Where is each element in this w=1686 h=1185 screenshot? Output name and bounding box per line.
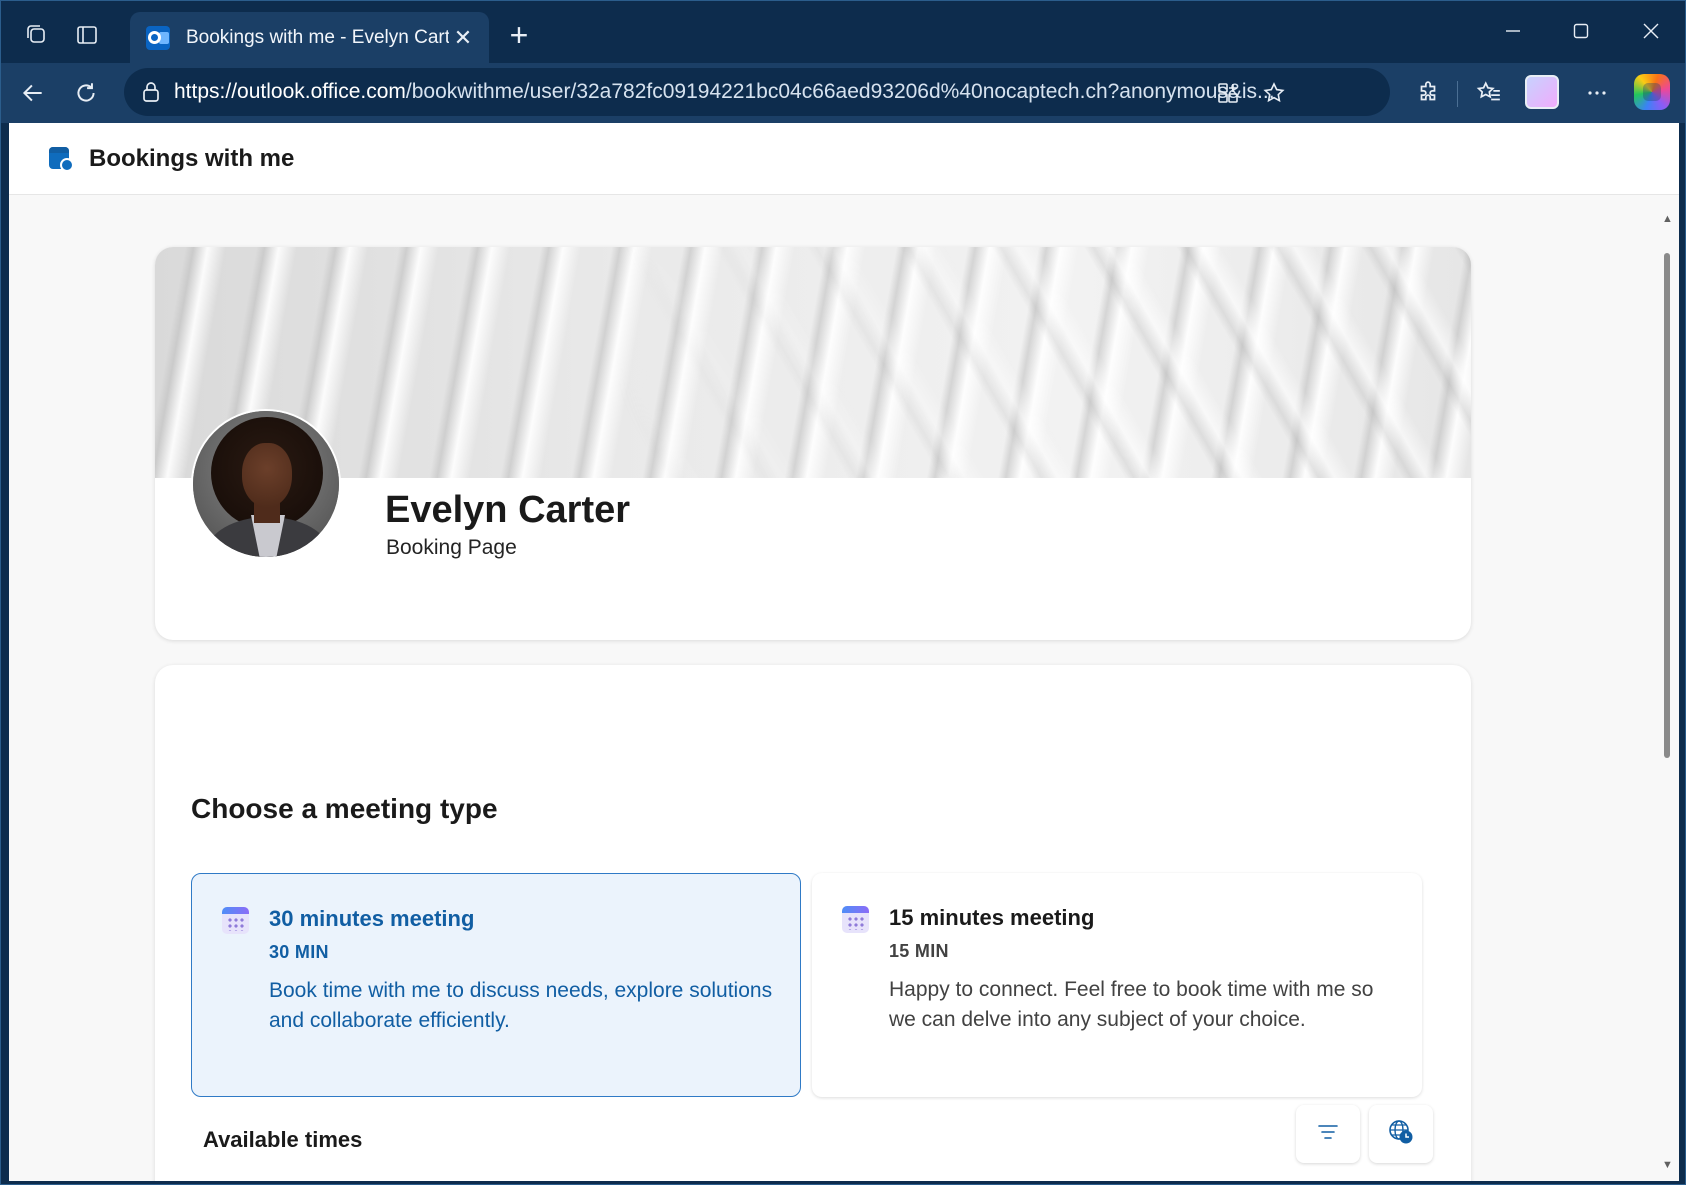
url-text[interactable]: https://outlook.office.com/bookwithme/us… [174, 80, 1274, 104]
bookings-logo-icon [47, 145, 75, 173]
meeting-type-description: Book time with me to discuss needs, expl… [269, 979, 773, 1032]
calendar-icon [222, 907, 249, 934]
timezone-button[interactable] [1369, 1105, 1433, 1163]
url-path: /bookwithme/user/32a782fc09194221bc04c66… [405, 80, 1274, 103]
meeting-type-card: Choose a meeting type 30 minutes meeting… [155, 665, 1471, 1181]
page-content: Bookings with me ▲ ▼ Evelyn Carter Booki… [9, 123, 1679, 1181]
meeting-type-title: 15 minutes meeting [889, 905, 1095, 930]
avatar [191, 409, 341, 559]
calendar-icon [842, 906, 869, 933]
back-arrow-icon[interactable] [13, 73, 53, 113]
section-title: Choose a meeting type [191, 793, 498, 824]
meeting-type-duration: 15 MIN [889, 941, 949, 961]
close-tab-icon[interactable]: ✕ [449, 25, 477, 51]
scrollbar-thumb[interactable] [1664, 253, 1670, 758]
meeting-type-description: Happy to connect. Feel free to book time… [889, 978, 1374, 1031]
address-bar[interactable]: https://outlook.office.com/bookwithme/us… [124, 68, 1390, 116]
toolbar-separator [1457, 81, 1458, 107]
more-options-icon[interactable] [1577, 73, 1617, 113]
tab-title: Bookings with me - Evelyn Carter [186, 26, 449, 48]
url-host: https://outlook.office.com [174, 80, 406, 103]
filter-icon [1317, 1123, 1339, 1146]
browser-profile-icon[interactable] [1525, 75, 1559, 109]
profile-card: Evelyn Carter Booking Page [155, 247, 1471, 640]
copilot-icon[interactable] [1634, 74, 1670, 110]
navigation-bar: https://outlook.office.com/bookwithme/us… [1, 63, 1685, 123]
available-times-label: Available times [203, 1127, 363, 1152]
favorites-icon[interactable] [1469, 73, 1509, 113]
page-scrollbar[interactable]: ▲ ▼ [1661, 211, 1673, 1171]
tab-actions-icon[interactable] [67, 15, 107, 55]
profile-name: Evelyn Carter [385, 489, 631, 531]
browser-window: Bookings with me - Evelyn Carter ✕ + htt… [0, 0, 1686, 1185]
meeting-type-duration: 30 MIN [269, 942, 329, 962]
app-header: Bookings with me [9, 123, 1679, 195]
maximize-icon[interactable] [1551, 11, 1611, 51]
close-window-icon[interactable] [1621, 11, 1681, 51]
app-available-icon[interactable] [1212, 77, 1244, 109]
minimize-icon[interactable] [1483, 11, 1543, 51]
outlook-favicon-icon [146, 25, 170, 50]
meeting-type-option-30[interactable]: 30 minutes meeting 30 MIN Book time with… [191, 873, 801, 1097]
meeting-type-title: 30 minutes meeting [269, 906, 475, 931]
lock-icon[interactable] [136, 77, 166, 107]
profile-banner-image [155, 247, 1471, 478]
new-tab-button[interactable]: + [499, 15, 539, 55]
favorite-star-icon[interactable] [1258, 77, 1290, 109]
profile-subtitle: Booking Page [386, 536, 517, 559]
filter-button[interactable] [1296, 1105, 1360, 1163]
app-title: Bookings with me [89, 144, 295, 172]
meeting-type-option-15[interactable]: 15 minutes meeting 15 MIN Happy to conne… [812, 873, 1422, 1097]
refresh-icon[interactable] [66, 73, 106, 113]
tab-bar: Bookings with me - Evelyn Carter ✕ + [1, 1, 1685, 63]
globe-clock-icon [1387, 1118, 1415, 1151]
extensions-icon[interactable] [1408, 73, 1448, 113]
active-tab[interactable]: Bookings with me - Evelyn Carter ✕ [130, 12, 489, 63]
workspaces-icon[interactable] [17, 15, 57, 55]
scroll-up-arrow-icon[interactable]: ▲ [1662, 213, 1673, 225]
scroll-down-arrow-icon[interactable]: ▼ [1662, 1159, 1673, 1171]
